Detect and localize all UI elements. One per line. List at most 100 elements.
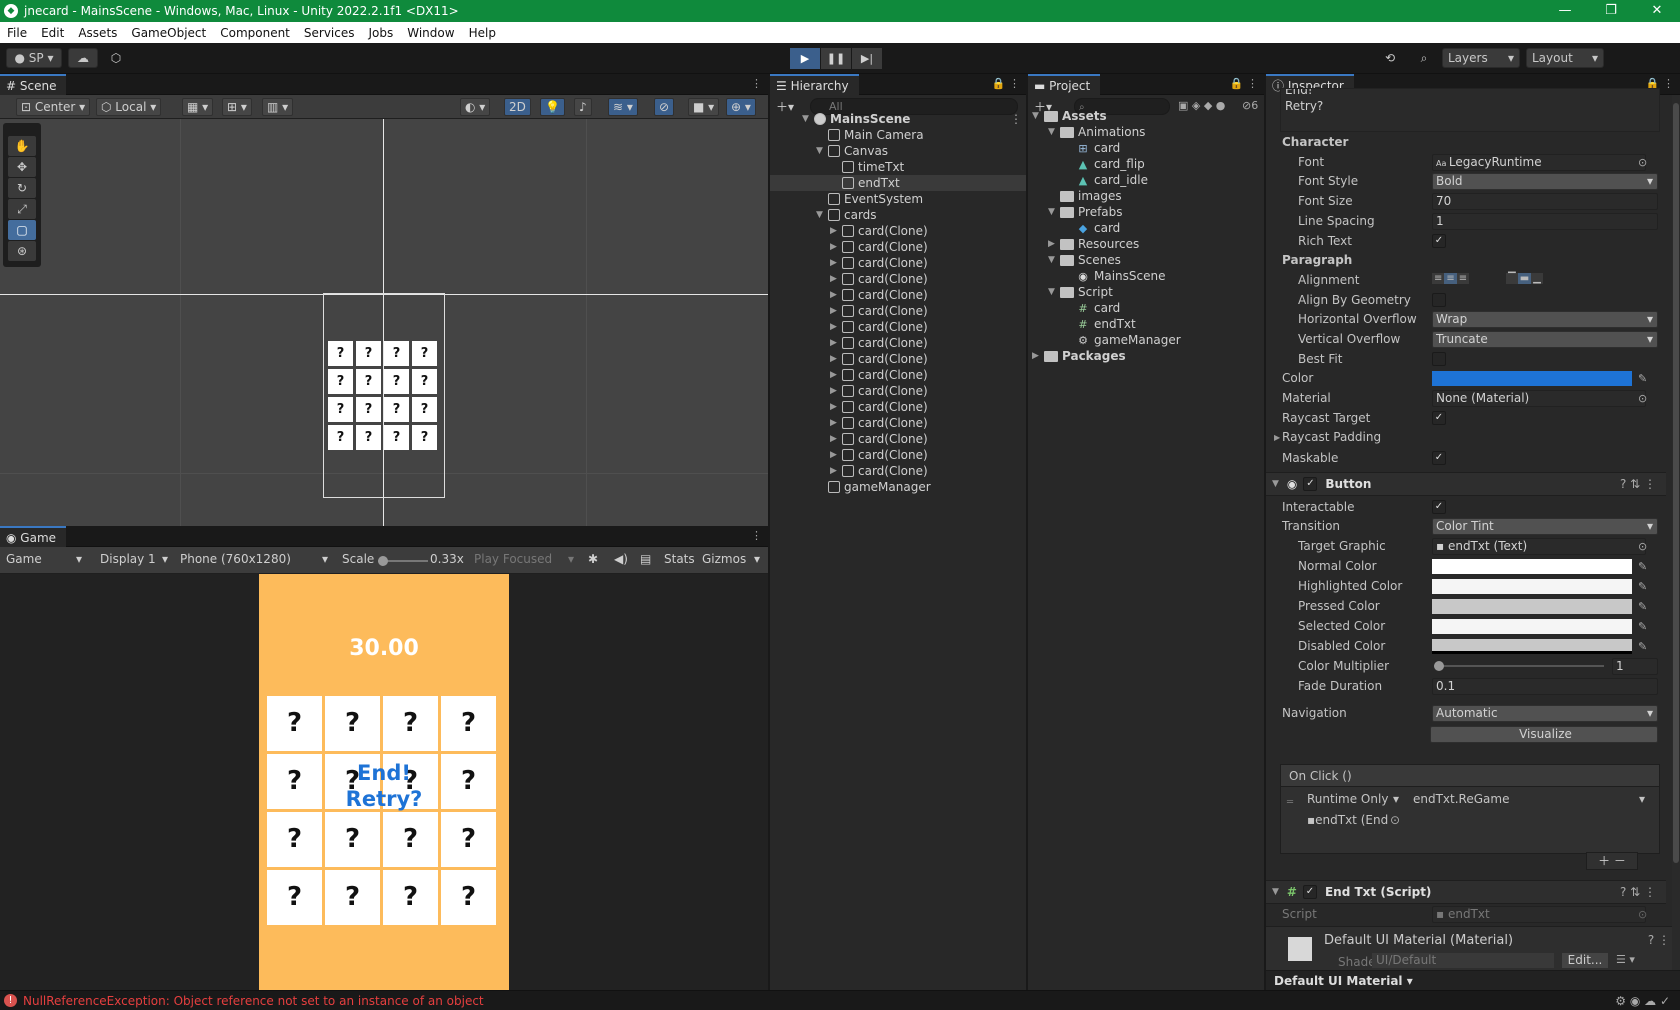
eyedropper-icon[interactable]: ✎ — [1638, 560, 1647, 573]
object-picker-icon[interactable]: ⊙ — [1638, 156, 1647, 169]
align-left-icon[interactable]: ≡ — [1432, 273, 1445, 284]
stats-button[interactable]: Stats — [660, 550, 699, 568]
gizmos-toggle[interactable]: ⊕ ▾ — [726, 98, 756, 116]
hierarchy-item[interactable]: gameManager — [816, 479, 931, 495]
phone-screen[interactable]: 30.00 ???????????????? End! Retry? — [259, 574, 509, 990]
game-card[interactable]: ? — [325, 870, 380, 925]
color-swatch[interactable] — [1432, 370, 1632, 386]
lighting-toggle[interactable]: 💡 — [540, 98, 565, 116]
game-card[interactable]: ? — [383, 870, 438, 925]
game-card[interactable]: ? — [383, 812, 438, 867]
scene-card[interactable]: ? — [412, 397, 437, 422]
scale-tool-icon[interactable]: ⤢ — [8, 199, 36, 219]
rect-tool-icon[interactable]: ▢ — [8, 220, 36, 240]
eyedropper-icon[interactable]: ✎ — [1638, 600, 1647, 613]
project-item[interactable]: ▶ Packages — [1032, 348, 1126, 364]
hierarchy-item[interactable]: ▼ MainsScene ⋮ — [802, 111, 1022, 127]
raycast-checkbox[interactable]: ✓ — [1432, 411, 1446, 425]
expand-arrow-icon[interactable]: ▶ — [830, 322, 842, 332]
eyedropper-icon[interactable]: ✎ — [1638, 620, 1647, 633]
scene-card[interactable]: ? — [412, 369, 437, 394]
align-right-icon[interactable]: ≡ — [1456, 273, 1470, 284]
display-dropdown[interactable]: Display 1 ▾ — [96, 550, 172, 568]
inspector-scrollbar[interactable] — [1672, 95, 1680, 970]
snap-increment-button[interactable]: ⊞ ▾ — [222, 98, 252, 116]
expand-arrow-icon[interactable]: ▶ — [830, 226, 842, 236]
hierarchy-item[interactable]: ▶ card(Clone) — [830, 335, 928, 351]
scene-card[interactable]: ? — [356, 425, 381, 450]
hierarchy-item[interactable]: ▶ card(Clone) — [830, 255, 928, 271]
game-card[interactable]: ? — [325, 812, 380, 867]
color-multiplier-field[interactable]: 1 — [1612, 657, 1658, 675]
collab-button[interactable]: ⬡ — [104, 48, 128, 68]
gizmos-dropdown[interactable]: Gizmos ▾ — [698, 550, 764, 568]
expand-arrow-icon[interactable]: ▼ — [816, 210, 828, 220]
scale-slider[interactable] — [378, 556, 428, 566]
transform-tool-icon[interactable]: ⊛ — [8, 241, 36, 261]
menu-edit[interactable]: Edit — [34, 26, 71, 40]
account-dropdown[interactable]: ● SP ▾ — [6, 48, 62, 68]
camera-dropdown[interactable]: ■ ▾ — [688, 98, 720, 116]
hierarchy-item[interactable]: ▶ card(Clone) — [830, 287, 928, 303]
game-card[interactable]: ? — [441, 812, 496, 867]
hierarchy-item[interactable]: ▶ card(Clone) — [830, 351, 928, 367]
scene-card[interactable]: ? — [384, 425, 409, 450]
effects-toggle[interactable]: ≋ ▾ — [608, 98, 638, 116]
expand-arrow-icon[interactable]: ▶ — [830, 450, 842, 460]
interactable-checkbox[interactable]: ✓ — [1432, 500, 1446, 514]
expand-arrow-icon[interactable]: ▼ — [1048, 207, 1060, 217]
mode-2d-toggle[interactable]: 2D — [504, 98, 531, 116]
hierarchy-item[interactable]: ▶ card(Clone) — [830, 415, 928, 431]
panel-menu-icon[interactable]: ⋮ — [751, 529, 762, 542]
expand-arrow-icon[interactable]: ▶ — [1032, 351, 1044, 361]
color-multiplier-slider[interactable] — [1434, 661, 1604, 671]
expand-arrow-icon[interactable]: ▼ — [1032, 111, 1044, 121]
shader-edit-button[interactable]: Edit... — [1562, 953, 1608, 968]
eyedropper-icon[interactable]: ✎ — [1638, 640, 1647, 653]
project-item[interactable]: ▼ Animations — [1048, 124, 1145, 140]
hidden-count-badge[interactable]: ⊘6 — [1242, 99, 1258, 112]
transition-dropdown[interactable]: Color Tint ▾ — [1432, 517, 1658, 535]
expand-arrow-icon[interactable]: ▶ — [830, 338, 842, 348]
component-menu-icons[interactable]: ? ⇅ ⋮ — [1620, 885, 1656, 899]
grid-toggle[interactable]: ▤ — [636, 550, 655, 568]
maskable-checkbox[interactable]: ✓ — [1432, 451, 1446, 465]
rotate-tool-icon[interactable]: ↻ — [8, 178, 36, 198]
hierarchy-item[interactable]: ▶ card(Clone) — [830, 319, 928, 335]
menu-help[interactable]: Help — [462, 26, 503, 40]
project-item[interactable]: # card — [1064, 300, 1120, 316]
maximize-button[interactable]: ❐ — [1588, 0, 1634, 22]
rich-text-checkbox[interactable]: ✓ — [1432, 234, 1446, 248]
selected-color-swatch[interactable] — [1432, 618, 1632, 634]
hierarchy-item[interactable]: ▶ card(Clone) — [830, 463, 928, 479]
expand-arrow-icon[interactable]: ▼ — [1048, 255, 1060, 265]
shading-mode-dropdown[interactable]: ◐ ▾ — [460, 98, 491, 116]
expand-arrow-icon[interactable]: ▶ — [1048, 239, 1060, 249]
line-spacing-field[interactable]: 1 — [1432, 212, 1658, 230]
material-menu-icons[interactable]: ? ⋮ — [1648, 933, 1670, 947]
play-focused-dropdown[interactable]: Play Focused ▾ — [470, 550, 578, 568]
shader-dropdown[interactable]: UI/Default — [1372, 953, 1554, 968]
scene-card[interactable]: ? — [384, 369, 409, 394]
hierarchy-item[interactable]: ▶ card(Clone) — [830, 447, 928, 463]
project-item[interactable]: # endTxt — [1064, 316, 1135, 332]
hierarchy-item[interactable]: ▶ card(Clone) — [830, 431, 928, 447]
project-item[interactable]: ▼ Prefabs — [1048, 204, 1123, 220]
align-bottom-icon[interactable]: ▁ — [1531, 273, 1543, 284]
scene-card[interactable]: ? — [412, 425, 437, 450]
game-card[interactable]: ? — [383, 696, 438, 751]
search-button[interactable]: ⌕ — [1410, 48, 1438, 68]
project-item[interactable]: ⊞ card — [1064, 140, 1120, 156]
expand-arrow-icon[interactable]: ▼ — [1048, 127, 1060, 137]
game-card[interactable]: ? — [267, 696, 322, 751]
game-card[interactable]: ? — [267, 870, 322, 925]
step-button[interactable]: ▶| — [852, 48, 882, 69]
add-remove-listener-buttons[interactable]: ＋ － — [1586, 852, 1638, 870]
layers-dropdown[interactable]: Layers ▾ — [1442, 48, 1520, 68]
project-item[interactable]: ◉ MainsScene — [1064, 268, 1165, 284]
v-overflow-dropdown[interactable]: Truncate ▾ — [1432, 330, 1658, 348]
filter-icons[interactable]: ▣ ◈ ◆ ● — [1178, 99, 1225, 112]
menu-jobs[interactable]: Jobs — [362, 26, 401, 40]
scene-card[interactable]: ? — [328, 425, 353, 450]
hierarchy-item[interactable]: timeTxt — [830, 159, 904, 175]
